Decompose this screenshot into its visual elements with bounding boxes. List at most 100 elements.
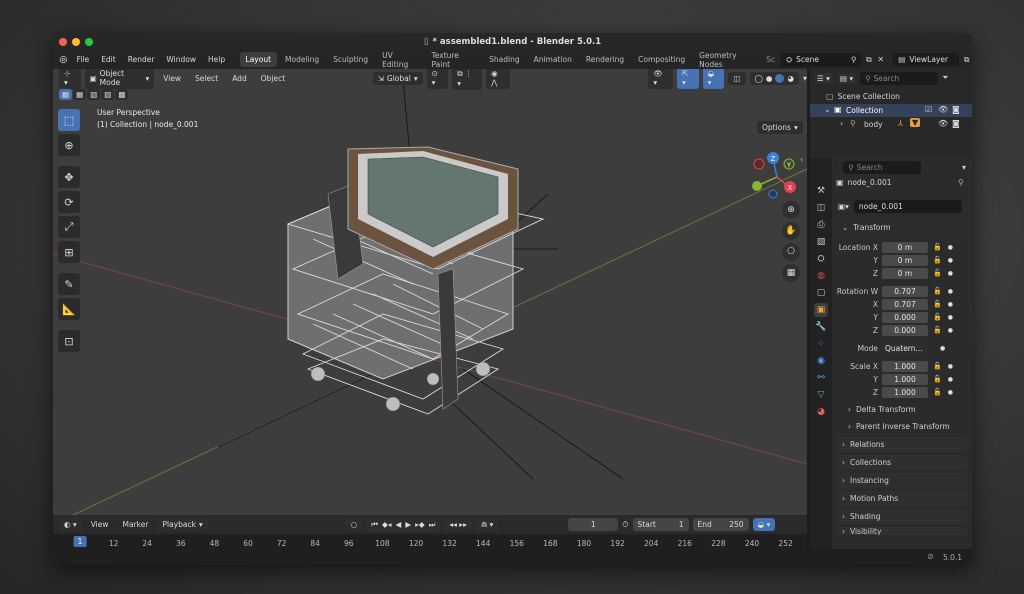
instancing-panel-header[interactable]: › Instancing xyxy=(836,473,968,488)
lock-icon[interactable]: 🔓 xyxy=(933,362,942,370)
collection-row[interactable]: ⌄ ▣ Collection ☑ 👁 ◙ xyxy=(810,104,972,117)
tab-geometry-nodes[interactable]: Geometry Nodes xyxy=(693,48,762,72)
properties-search[interactable]: ⚲ Search xyxy=(843,160,922,174)
constraints-tab-icon[interactable]: ⚯ xyxy=(814,371,828,385)
current-frame-marker[interactable]: 1 xyxy=(73,536,87,547)
menu-edit[interactable]: Edit xyxy=(96,53,121,66)
timeline-menu-marker[interactable]: Marker xyxy=(118,518,154,531)
menu-render[interactable]: Render xyxy=(123,53,160,66)
playback-dropdown[interactable]: Playback ▾ xyxy=(157,518,208,531)
scene-collection-row[interactable]: ▢ Scene Collection xyxy=(826,92,900,101)
overlays-button[interactable]: ◒ ▾ xyxy=(702,69,725,89)
rendered-shading-icon[interactable]: ◕ xyxy=(787,74,794,83)
scale-tool[interactable]: ⤢ xyxy=(58,216,80,238)
select-extend-icon[interactable]: ▦ xyxy=(73,89,87,100)
stopwatch-icon[interactable]: ⏱ xyxy=(622,520,628,530)
solid-shading-icon[interactable]: ● xyxy=(766,74,773,83)
camera-icon[interactable]: ◙ xyxy=(952,119,960,128)
transform-orientation-dropdown[interactable]: ⇲ Global ▾ xyxy=(372,71,423,85)
keyframe-dot-icon[interactable]: ● xyxy=(948,270,953,277)
close-window-button[interactable] xyxy=(59,38,67,46)
shading-modes[interactable]: ◯ ● ◕ xyxy=(749,71,799,85)
camera-view-icon[interactable]: ⎔ xyxy=(782,243,800,261)
xray-button[interactable]: ◫ xyxy=(728,71,746,85)
rotation-w-field[interactable]: 0.707 xyxy=(882,285,928,297)
camera-icon[interactable]: ◙ xyxy=(952,105,960,114)
rotation-y-field[interactable]: 0.000 xyxy=(882,311,928,323)
keyframe-dot-icon[interactable]: ● xyxy=(948,244,953,251)
lock-icon[interactable]: 🔓 xyxy=(933,300,942,308)
add-cube-tool[interactable]: ⊡ xyxy=(58,330,80,352)
current-frame-field[interactable]: 1 xyxy=(568,518,619,531)
pivot-point-button[interactable]: ⊙ ▾ xyxy=(426,69,449,89)
perspective-toggle-icon[interactable]: ▦ xyxy=(782,264,800,282)
new-scene-icon[interactable]: ⧉ xyxy=(863,55,874,65)
delete-scene-icon[interactable]: ✕ xyxy=(876,55,885,64)
tab-layout[interactable]: Layout xyxy=(239,52,278,67)
tab-uv-editing[interactable]: UV Editing xyxy=(376,48,423,72)
scale-z-field[interactable]: 1.000 xyxy=(882,386,928,398)
pin-icon[interactable]: ⚲ xyxy=(851,55,857,64)
tab-shading[interactable]: Shading xyxy=(483,52,525,67)
keyframe-dot-icon[interactable]: ● xyxy=(948,301,953,308)
outliner-search[interactable]: ⚲ Search xyxy=(860,71,939,85)
cursor-tool[interactable]: ⊕ xyxy=(58,134,80,156)
menu-window[interactable]: Window xyxy=(161,53,201,66)
select-intersect-icon[interactable]: ▩ xyxy=(115,89,129,100)
next-keyframe-icon[interactable]: ▸◆ xyxy=(415,520,425,530)
shading-options-icon[interactable]: ▾ xyxy=(803,74,807,83)
outliner-editor-type[interactable]: ☰ ▾ xyxy=(814,72,833,84)
rotation-x-field[interactable]: 0.707 xyxy=(882,298,928,310)
rotation-z-field[interactable]: 0.000 xyxy=(882,324,928,336)
viewport-menu-add[interactable]: Add xyxy=(227,72,252,85)
chevron-down-icon[interactable]: ▾ xyxy=(962,163,966,172)
view-layer-tab-icon[interactable]: ▧ xyxy=(814,235,828,249)
select-box-tool[interactable]: ⬚ xyxy=(58,109,80,131)
maximize-window-button[interactable] xyxy=(85,38,93,46)
particles-tab-icon[interactable]: ⁘ xyxy=(814,337,828,351)
eye-icon[interactable]: 👁 xyxy=(938,105,948,114)
timeline-options[interactable]: ◒ ▾ xyxy=(752,518,776,531)
physics-tab-icon[interactable]: ◉ xyxy=(814,354,828,368)
play-icon[interactable]: ▶ xyxy=(405,520,411,530)
scene-tab-icon[interactable]: ⛭ xyxy=(814,252,828,266)
gizmo-toggle-button[interactable]: ⇱ ▾ xyxy=(677,69,699,89)
blender-logo-icon[interactable]: ◎ xyxy=(57,55,70,65)
proportional-editing-button[interactable]: ◉ ⋀ xyxy=(486,69,511,89)
visibility-button[interactable]: 👁 ▾ xyxy=(648,69,673,89)
output-tab-icon[interactable]: ⎙ xyxy=(814,218,828,232)
pan-hand-icon[interactable]: ✋ xyxy=(782,222,800,240)
menu-file[interactable]: File xyxy=(72,53,95,66)
material-tab-icon[interactable]: ◕ xyxy=(814,405,828,419)
relations-panel-header[interactable]: › Relations xyxy=(836,437,968,452)
viewlayer-selector[interactable]: ▤ ViewLayer xyxy=(893,53,960,66)
pin-icon[interactable]: ⚲ xyxy=(958,178,964,187)
annotate-tool[interactable]: ✎ xyxy=(58,273,80,295)
viewport-menu-object[interactable]: Object xyxy=(256,72,290,85)
timeline-ruler[interactable]: 1 12 24 36 48 60 72 84 96 108 120 132 144 156 168 180 19… xyxy=(53,534,807,565)
lock-icon[interactable]: 🔓 xyxy=(933,287,942,295)
object-browse-icon[interactable]: ▣▾ xyxy=(836,202,851,211)
timeline-editor-type[interactable]: ◐ ▾ xyxy=(59,518,82,531)
editor-type-button[interactable]: ⊹ ▾ xyxy=(59,69,81,89)
keyframe-dot-icon[interactable]: ● xyxy=(948,376,953,383)
motion-paths-panel-header[interactable]: › Motion Paths xyxy=(836,491,968,506)
menu-help[interactable]: Help xyxy=(203,53,230,66)
viewport-menu-select[interactable]: Select xyxy=(190,72,223,85)
viewport-menu-view[interactable]: View xyxy=(158,72,186,85)
tab-texture-paint[interactable]: Texture Paint xyxy=(425,48,481,72)
object-tab-icon[interactable]: ▣ xyxy=(814,303,828,317)
tab-animation[interactable]: Animation xyxy=(528,52,578,67)
select-invert-icon[interactable]: ▨ xyxy=(101,89,115,100)
material-shading-icon[interactable] xyxy=(775,73,785,83)
new-viewlayer-icon[interactable]: ⧉ xyxy=(961,55,972,65)
mode-dropdown[interactable]: ▣ Object Mode ▾ xyxy=(84,69,155,89)
transform-tool[interactable]: ⊞ xyxy=(58,241,80,263)
location-z-field[interactable]: 0 m xyxy=(882,267,928,279)
select-new-icon[interactable]: ▦ xyxy=(59,89,73,100)
jump-start-icon[interactable]: ⏮ xyxy=(371,520,378,530)
keyframe-dot-icon[interactable]: ● xyxy=(948,288,953,295)
tab-scripting[interactable]: Sc xyxy=(764,52,777,67)
zoom-icon[interactable]: ⊕ xyxy=(782,201,800,219)
lock-icon[interactable]: 🔓 xyxy=(933,269,942,277)
